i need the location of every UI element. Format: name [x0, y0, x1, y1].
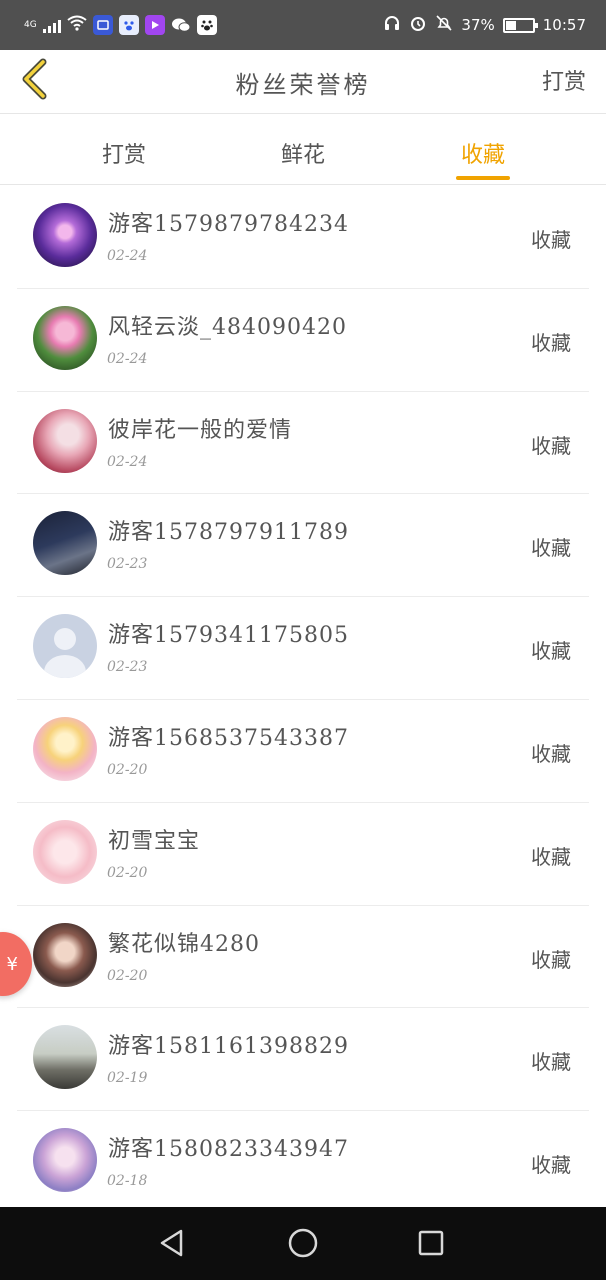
- avatar: [33, 408, 97, 473]
- tab-favorites[interactable]: 收藏: [438, 137, 528, 169]
- item-action-label: 收藏: [531, 228, 571, 252]
- user-name: 游客1568537543387: [108, 725, 349, 751]
- network-type: 4G: [24, 19, 37, 30]
- item-action-label: 收藏: [531, 536, 571, 561]
- item-date: 02-19: [107, 1070, 148, 1087]
- system-navigation-bar: [0, 1207, 606, 1280]
- user-name: 游客1578797911789: [108, 520, 349, 546]
- reward-button[interactable]: 打赏: [542, 64, 586, 96]
- recents-nav-button[interactable]: [411, 1225, 451, 1265]
- item-action-label: 收藏: [531, 844, 571, 869]
- item-date: 02-20: [107, 761, 148, 778]
- list-item[interactable]: 游客1579879784234 02-24 收藏: [17, 186, 589, 289]
- item-action-label: 收藏: [531, 433, 571, 458]
- list-item[interactable]: 游客1568537543387 02-20 收藏: [17, 700, 589, 803]
- avatar: [33, 614, 97, 679]
- headset-icon: [383, 14, 401, 36]
- item-date: 02-18: [107, 1173, 148, 1190]
- avatar: [33, 1025, 97, 1090]
- avatar: [33, 305, 97, 370]
- signal-icon: [42, 17, 61, 33]
- app-badge-icon: [92, 15, 113, 35]
- item-date: 02-20: [107, 967, 148, 984]
- list-item[interactable]: 彼岸花一般的爱情 02-24 收藏: [17, 392, 589, 495]
- list-item[interactable]: 风轻云淡_484090420 02-24 收藏: [17, 289, 589, 392]
- item-action-label: 收藏: [531, 1153, 571, 1178]
- item-action-label: 收藏: [531, 1050, 571, 1075]
- yen-icon: ¥: [6, 953, 18, 975]
- user-name: 游客1579341175805: [108, 623, 349, 649]
- page-title: 粉丝荣誉榜: [235, 71, 371, 99]
- item-action-label: 收藏: [531, 330, 571, 355]
- clock: 10:57: [542, 16, 586, 34]
- avatar: [33, 819, 97, 884]
- list-item[interactable]: 游客1580823343947 02-18 收藏: [17, 1111, 589, 1214]
- home-nav-button[interactable]: [283, 1225, 323, 1265]
- status-left: 4G: [24, 15, 217, 35]
- list-item[interactable]: 游客1581161398829 02-19 收藏: [17, 1008, 589, 1112]
- avatar: [33, 716, 97, 781]
- fan-list: 游客1579879784234 02-24 收藏 风轻云淡_484090420 …: [0, 186, 606, 1214]
- top-nav-bar: 粉丝荣誉榜 打赏: [0, 50, 606, 114]
- square-recents-icon: [416, 1228, 446, 1262]
- battery-percent: 37%: [461, 16, 495, 34]
- triangle-back-icon: [157, 1228, 187, 1262]
- user-name: 游客1580823343947: [108, 1137, 349, 1163]
- user-name: 初雪宝宝: [108, 828, 201, 854]
- item-date: 02-24: [107, 248, 148, 264]
- baidu-icon: [118, 15, 139, 35]
- list-item[interactable]: 游客1578797911789 02-23 收藏: [17, 494, 589, 598]
- avatar: [33, 511, 97, 576]
- wechat-icon: [171, 15, 191, 35]
- mute-bell-icon: [435, 14, 453, 36]
- user-name: 彼岸花一般的爱情: [108, 417, 293, 443]
- back-nav-button[interactable]: [152, 1225, 192, 1265]
- user-name: 游客1579879784234: [108, 212, 349, 237]
- user-name: 风轻云淡_484090420: [108, 314, 347, 340]
- list-item[interactable]: 繁花似锦4280 02-20 收藏: [17, 906, 589, 1009]
- tab-flowers[interactable]: 鲜花: [258, 137, 348, 169]
- tab-reward[interactable]: 打赏: [79, 137, 169, 169]
- active-tab-indicator: [456, 176, 510, 180]
- item-date: 02-24: [107, 453, 148, 470]
- status-bar: 4G 37% 10:57: [0, 0, 606, 50]
- list-item[interactable]: 游客1579341175805 02-23 收藏: [17, 597, 589, 700]
- avatar: [33, 1128, 97, 1193]
- item-date: 02-24: [107, 350, 148, 367]
- item-action-label: 收藏: [531, 741, 571, 766]
- wifi-icon: [67, 15, 87, 35]
- battery-icon: [502, 17, 538, 33]
- item-date: 02-20: [107, 864, 148, 881]
- status-right: 37% 10:57: [383, 14, 586, 36]
- item-action-label: 收藏: [531, 947, 571, 972]
- tab-bar: 打赏 鲜花 收藏: [0, 115, 606, 185]
- circle-home-icon: [287, 1227, 319, 1263]
- video-icon: [144, 15, 165, 35]
- user-name: 繁花似锦4280: [108, 931, 260, 957]
- alarm-icon: [409, 14, 427, 36]
- user-name: 游客1581161398829: [108, 1034, 349, 1060]
- avatar: [33, 203, 97, 267]
- avatar: [33, 922, 97, 987]
- list-item[interactable]: 初雪宝宝 02-20 收藏: [17, 803, 589, 906]
- item-action-label: 收藏: [531, 639, 571, 664]
- item-date: 02-23: [107, 659, 148, 676]
- item-date: 02-23: [107, 556, 148, 573]
- paw-icon: [196, 15, 217, 35]
